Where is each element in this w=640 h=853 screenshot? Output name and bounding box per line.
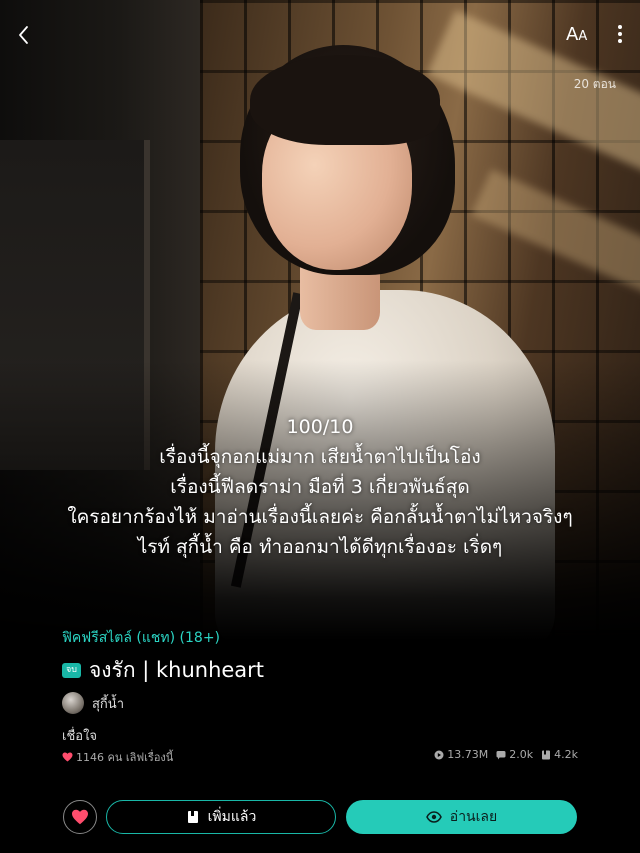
episode-count: 20 ตอน <box>573 77 616 91</box>
like-button[interactable] <box>63 800 97 834</box>
views-count: 13.73M <box>447 748 489 761</box>
back-icon[interactable] <box>12 22 36 48</box>
read-now-label: อ่านเลย <box>449 809 498 825</box>
review-line: เรื่องนี้ฟีลดราม่า มือที่ 3 เกี่ยวพันธ์ส… <box>170 476 470 498</box>
comments-stat: 2.0k <box>496 748 533 761</box>
eye-icon <box>425 811 442 823</box>
review-text: 100/10 เรื่องนี้จุกอกแม่มาก เสียน้ำตาไปเ… <box>0 412 640 562</box>
saves-icon <box>542 750 551 759</box>
heart-icon <box>62 752 73 762</box>
saves-count: 4.2k <box>554 748 578 761</box>
likes-count: 1146 คน เลิฟเรื่องนี้ <box>62 748 173 766</box>
avatar[interactable] <box>62 692 84 714</box>
top-bar: AA <box>0 0 640 70</box>
review-line: ใครอยากร้องไห้ มาอ่านเรื่องนี้เลยค่ะ คือ… <box>67 506 573 528</box>
author-row[interactable]: สุกี้น้ำ <box>62 692 124 714</box>
comments-icon <box>496 750 506 759</box>
add-to-library-button[interactable]: เพิ่มแล้ว <box>106 800 336 834</box>
add-to-library-label: เพิ่มแล้ว <box>207 809 257 825</box>
saves-stat: 4.2k <box>541 748 578 761</box>
more-icon[interactable] <box>610 22 630 50</box>
review-line: เรื่องนี้จุกอกแม่มาก เสียน้ำตาไปเป็นโอ่ง <box>159 446 481 468</box>
read-now-button[interactable]: อ่านเลย <box>346 800 577 834</box>
comments-count: 2.0k <box>509 748 534 761</box>
views-stat: 13.73M <box>434 748 488 761</box>
review-line: ไรท์ สุกี้น้ำ คือ ทำออกมาได้ดีทุกเรื่องอ… <box>137 536 503 558</box>
book-icon <box>186 810 200 824</box>
tagline: เชื่อใจ <box>62 729 98 744</box>
status-badge: จบ <box>62 663 81 678</box>
title-row: จบ จงรัก | khunheart <box>62 654 264 687</box>
font-size-small: A <box>578 29 588 44</box>
heart-icon <box>72 809 88 825</box>
font-size-big: A <box>566 24 579 45</box>
review-line: 100/10 <box>286 416 354 438</box>
views-icon <box>434 750 444 759</box>
genre-label[interactable]: ฟิคฟรีสไตล์ (แชท) (18+) <box>62 627 220 649</box>
likes-text: 1146 คน เลิฟเรื่องนี้ <box>76 751 174 764</box>
font-size-icon[interactable]: AA <box>566 24 596 48</box>
story-title: จงรัก | khunheart <box>89 658 265 682</box>
author-name[interactable]: สุกี้น้ำ <box>92 693 124 714</box>
story-stats: 13.73M 2.0k 4.2k <box>426 748 578 761</box>
